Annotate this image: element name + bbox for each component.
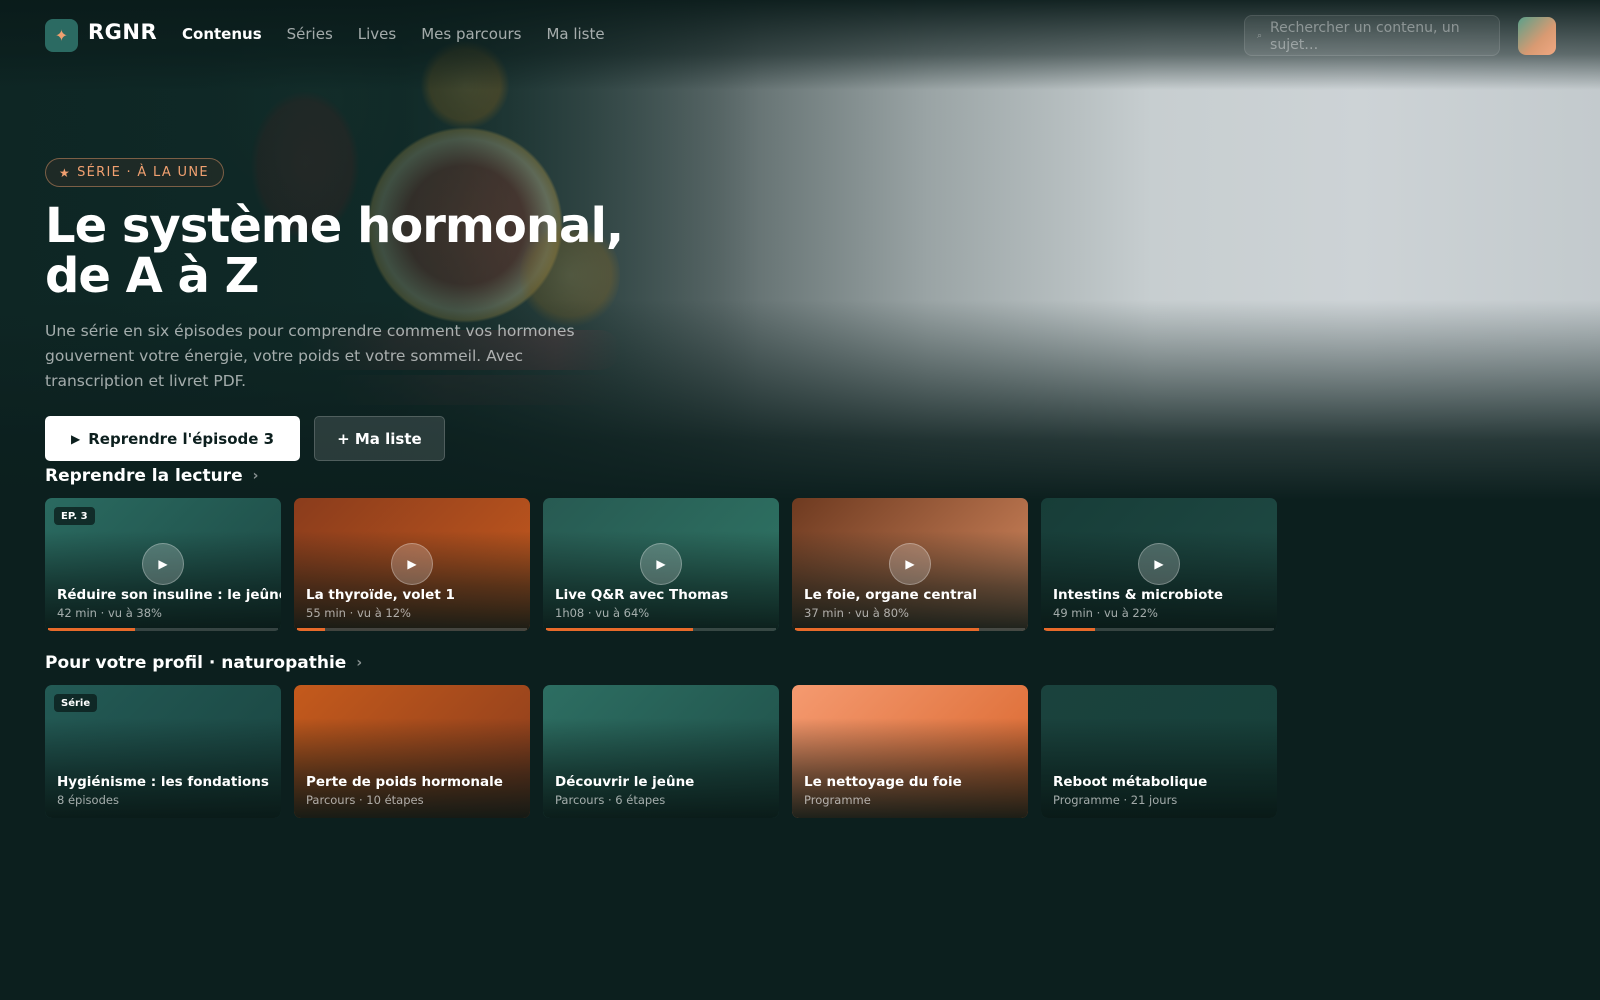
play-icon: ▶ <box>71 431 81 446</box>
profile-card[interactable]: Le nettoyage du foie Programme <box>792 685 1028 818</box>
chevron-right-icon: › <box>252 468 259 484</box>
logo-glyph: ✦ <box>54 26 69 45</box>
progress-bar <box>48 628 278 631</box>
nav-item-ma-liste[interactable]: Ma liste <box>546 25 604 43</box>
card-meta: 55 min · vu à 12% <box>306 606 411 620</box>
resume-episode-label: Reprendre l'épisode 3 <box>88 429 275 448</box>
resume-episode-button[interactable]: ▶ Reprendre l'épisode 3 <box>45 416 301 461</box>
nav-links: Contenus Séries Lives Mes parcours Ma li… <box>182 25 605 43</box>
hero-actions: ▶ Reprendre l'épisode 3 + Ma liste <box>45 416 665 461</box>
card-title: Hygiénisme : les fondations <box>57 774 269 790</box>
search-box[interactable]: ⌕ Rechercher un contenu, un sujet… <box>1244 15 1500 56</box>
profile-card[interactable]: Perte de poids hormonale Parcours · 10 é… <box>294 685 530 818</box>
nav-item-mes-parcours[interactable]: Mes parcours <box>421 25 521 43</box>
play-icon[interactable]: ▶ <box>391 543 433 585</box>
continue-cards: EP. 3 ▶ Réduire son insuline : le jeûne … <box>45 498 1277 631</box>
nav-item-contenus[interactable]: Contenus <box>182 25 262 43</box>
card-title: Le foie, organe central <box>804 587 978 603</box>
nav-item-lives[interactable]: Lives <box>358 25 396 43</box>
card-title: Live Q&R avec Thomas <box>555 587 729 603</box>
progress-bar <box>546 628 776 631</box>
logo-icon[interactable]: ✦ <box>45 19 78 52</box>
profile-section-label: Pour votre profil · naturopathie <box>45 653 347 673</box>
continue-card[interactable]: ▶ Le foie, organe central 37 min · vu à … <box>792 498 1028 631</box>
avatar[interactable] <box>1518 17 1556 55</box>
continue-card[interactable]: ▶ Live Q&R avec Thomas 1h08 · vu à 64% <box>543 498 779 631</box>
progress-fill <box>795 628 979 631</box>
card-meta: Parcours · 10 étapes <box>306 793 424 807</box>
card-title: Intestins & microbiote <box>1053 587 1223 603</box>
nav-item-series[interactable]: Séries <box>287 25 333 43</box>
chevron-right-icon: › <box>356 655 363 671</box>
episode-tag: EP. 3 <box>54 507 95 525</box>
card-meta: 49 min · vu à 22% <box>1053 606 1158 620</box>
card-title: Découvrir le jeûne <box>555 774 695 790</box>
play-icon[interactable]: ▶ <box>142 543 184 585</box>
card-meta: 1h08 · vu à 64% <box>555 606 650 620</box>
card-meta: 42 min · vu à 38% <box>57 606 162 620</box>
progress-bar <box>297 628 527 631</box>
progress-fill <box>546 628 694 631</box>
hero-description: Une série en six épisodes pour comprendr… <box>45 322 575 390</box>
hero-title-line-1: Le système hormonal, <box>45 198 624 254</box>
hero-title-line-2: de A à Z <box>45 248 259 304</box>
card-title: Reboot métabolique <box>1053 774 1208 790</box>
series-tag: Série <box>54 694 98 712</box>
featured-badge-label: SÉRIE · À LA UNE <box>77 165 209 180</box>
hero-title: Le système hormonal, de A à Z <box>45 201 665 301</box>
play-icon[interactable]: ▶ <box>640 543 682 585</box>
card-title: La thyroïde, volet 1 <box>306 587 455 603</box>
continue-card[interactable]: ▶ Intestins & microbiote 49 min · vu à 2… <box>1041 498 1277 631</box>
progress-fill <box>1044 628 1095 631</box>
card-title: Le nettoyage du foie <box>804 774 962 790</box>
card-meta: 8 épisodes <box>57 793 119 807</box>
profile-cards: Série Hygiénisme : les fondations 8 épis… <box>45 685 1277 818</box>
progress-bar <box>1044 628 1274 631</box>
featured-badge: ★ SÉRIE · À LA UNE <box>45 158 224 187</box>
play-icon[interactable]: ▶ <box>1138 543 1180 585</box>
card-meta: Programme · 21 jours <box>1053 793 1178 807</box>
top-nav: ✦ RGNR Contenus Séries Lives Mes parcour… <box>0 0 1600 72</box>
card-meta: Parcours · 6 étapes <box>555 793 666 807</box>
profile-section-title[interactable]: Pour votre profil · naturopathie › <box>45 653 1277 673</box>
star-icon: ★ <box>59 165 72 180</box>
play-icon[interactable]: ▶ <box>889 543 931 585</box>
search-input[interactable]: Rechercher un contenu, un sujet… <box>1270 20 1480 54</box>
progress-fill <box>297 628 325 631</box>
profile-card[interactable]: Reboot métabolique Programme · 21 jours <box>1041 685 1277 818</box>
continue-card[interactable]: EP. 3 ▶ Réduire son insuline : le jeûne … <box>45 498 281 631</box>
logo-text[interactable]: RGNR <box>88 20 157 44</box>
card-meta: 37 min · vu à 80% <box>804 606 909 620</box>
profile-section: Pour votre profil · naturopathie › Série… <box>45 653 1277 818</box>
continue-section-title[interactable]: Reprendre la lecture › <box>45 466 1277 486</box>
hero-content: ★ SÉRIE · À LA UNE Le système hormonal, … <box>45 158 665 461</box>
continue-section-label: Reprendre la lecture <box>45 466 243 486</box>
profile-card[interactable]: Série Hygiénisme : les fondations 8 épis… <box>45 685 281 818</box>
add-to-list-button[interactable]: + Ma liste <box>314 416 445 461</box>
card-title: Réduire son insuline : le jeûne <box>57 587 281 603</box>
continue-section: Reprendre la lecture › EP. 3 ▶ Réduire s… <box>45 466 1277 631</box>
profile-card[interactable]: Découvrir le jeûne Parcours · 6 étapes <box>543 685 779 818</box>
card-title: Perte de poids hormonale <box>306 774 503 790</box>
progress-bar <box>795 628 1025 631</box>
continue-card[interactable]: ▶ La thyroïde, volet 1 55 min · vu à 12% <box>294 498 530 631</box>
card-meta: Programme <box>804 793 871 807</box>
progress-fill <box>48 628 136 631</box>
search-icon: ⌕ <box>1257 31 1263 41</box>
